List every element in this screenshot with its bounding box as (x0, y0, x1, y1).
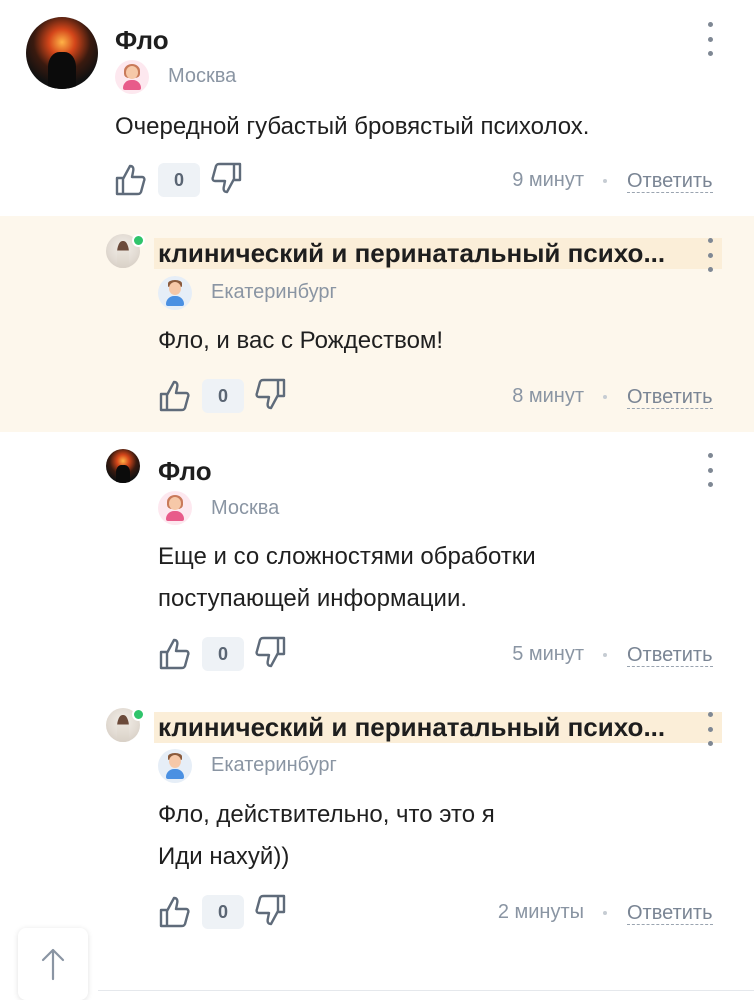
male-icon (158, 749, 192, 783)
separator-dot (603, 179, 607, 183)
thumb-down-icon[interactable] (252, 634, 288, 670)
comment-time: 5 минут (512, 643, 584, 665)
comment: Фло Москва Еще и со сложностями обработк… (0, 432, 754, 690)
kebab-menu-icon[interactable] (700, 453, 720, 487)
avatar[interactable] (26, 17, 98, 89)
kebab-menu-icon[interactable] (700, 238, 720, 272)
author-name[interactable]: Фло (158, 456, 212, 487)
scroll-to-top-button[interactable] (18, 928, 88, 1000)
comment: клинический и перинатальный психо... Ека… (0, 690, 754, 940)
online-indicator (132, 708, 145, 721)
mention-link[interactable]: Фло (158, 801, 203, 828)
thumb-down-icon[interactable] (208, 160, 244, 196)
separator-dot (603, 395, 607, 399)
comment-text: Фло, и вас с Рождеством! (158, 327, 444, 354)
like-count: 0 (202, 895, 244, 929)
male-icon (158, 276, 192, 310)
mention-link[interactable]: Фло (158, 327, 203, 354)
like-count: 0 (202, 637, 244, 671)
author-city: Екатеринбург (211, 281, 337, 303)
kebab-menu-icon[interactable] (700, 22, 720, 56)
author-city: Москва (211, 497, 280, 519)
online-indicator (132, 234, 145, 247)
like-count: 0 (202, 379, 244, 413)
comment-text: Еще и со сложностями обработки поступающ… (158, 543, 536, 612)
reply-button[interactable]: Ответить (627, 170, 713, 193)
author-city: Москва (168, 65, 237, 87)
comment-text: Фло, действительно, что это я Иди нахуй)… (158, 801, 495, 870)
separator-dot (603, 911, 607, 915)
comment-time: 2 минуты (497, 901, 584, 923)
thumb-up-icon[interactable] (113, 162, 149, 198)
comment-time: 9 минут (512, 169, 584, 191)
avatar[interactable] (106, 449, 140, 483)
author-name[interactable]: Фло (115, 25, 169, 56)
reply-button[interactable]: Ответить (627, 902, 713, 925)
separator-dot (603, 653, 607, 657)
comment-text: Очередной губастый бровястый психолох. (115, 113, 590, 140)
comment: Фло Москва Очередной губастый бровястый … (0, 0, 754, 215)
comment: клинический и перинатальный психо... Ека… (0, 216, 754, 432)
author-name[interactable]: клинический и перинатальный психо... (154, 712, 722, 743)
female-icon (115, 60, 149, 94)
divider (98, 990, 754, 991)
author-name[interactable]: клинический и перинатальный психо... (154, 238, 722, 269)
kebab-menu-icon[interactable] (700, 712, 720, 746)
reply-button[interactable]: Ответить (627, 644, 713, 667)
like-count: 0 (158, 163, 200, 197)
thumb-up-icon[interactable] (157, 378, 193, 414)
thumb-down-icon[interactable] (252, 892, 288, 928)
thumb-up-icon[interactable] (157, 636, 193, 672)
thumb-down-icon[interactable] (252, 376, 288, 412)
comment-time: 8 минут (512, 385, 584, 407)
female-icon (158, 491, 192, 525)
author-city: Екатеринбург (211, 754, 337, 776)
arrow-up-icon (41, 948, 65, 981)
reply-button[interactable]: Ответить (627, 386, 713, 409)
thumb-up-icon[interactable] (157, 894, 193, 930)
